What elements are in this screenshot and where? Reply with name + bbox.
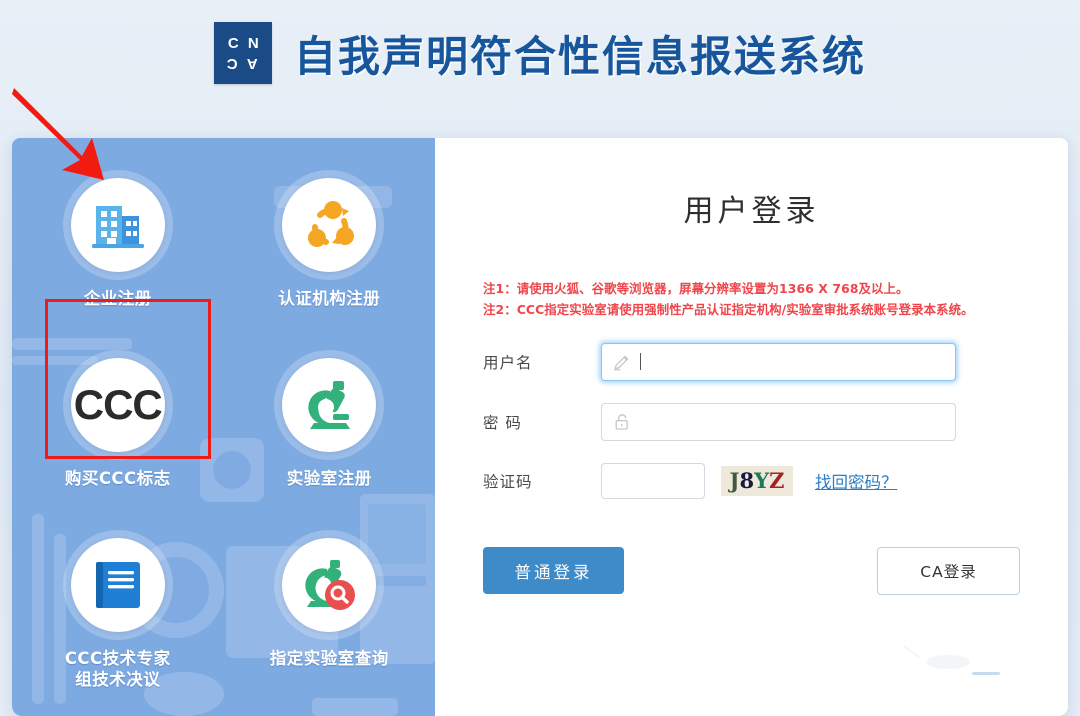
username-label: 用户名 — [483, 353, 533, 372]
nav-tile-certification-body-registration[interactable]: 认证机构注册 — [243, 166, 415, 338]
forgot-password-link[interactable]: 找回密码？ — [815, 469, 898, 493]
tile-halo — [274, 530, 385, 640]
nav-tile-grid: 企业注册 认证机构注册 CCC 购买CCC标志 实验室注册 CCC技术专家 组技… — [12, 138, 435, 706]
tile-halo: CCC — [62, 350, 173, 460]
nav-panel: 企业注册 认证机构注册 CCC 购买CCC标志 实验室注册 CCC技术专家 组技… — [12, 138, 435, 716]
microscope-icon — [308, 381, 351, 429]
page-title: 自我声明符合性信息报送系统 — [293, 31, 866, 81]
tile-disc — [282, 538, 377, 632]
captcha-char-3: Y — [754, 468, 770, 494]
text-cursor — [640, 353, 641, 371]
tile-halo — [274, 350, 385, 460]
ccc-mark-icon: CCC — [73, 381, 163, 428]
building-icon — [91, 206, 144, 248]
tile-halo — [62, 170, 173, 280]
password-input[interactable] — [601, 402, 956, 441]
login-card: 企业注册 认证机构注册 CCC 购买CCC标志 实验室注册 CCC技术专家 组技… — [12, 138, 1068, 716]
nav-tile-ccc-expert-resolution[interactable]: CCC技术专家 组技术决议 — [32, 526, 204, 698]
panel-watermark — [904, 645, 1000, 675]
tile-disc: CCC — [70, 358, 165, 452]
nav-tile-label: CCC技术专家 组技术决议 — [64, 649, 171, 689]
nav-tile-laboratory-registration[interactable]: 实验室注册 — [243, 346, 415, 518]
nav-tile-label: 认证机构注册 — [278, 289, 381, 308]
notice-line-1: 注1：请使用火狐、谷歌等浏览器，屏幕分辨率设置为1366 X 768及以上。 — [483, 281, 909, 296]
captcha-char-4: Z — [769, 468, 785, 494]
login-heading: 用户登录 — [683, 194, 820, 229]
logo-letter-c1: C — [227, 34, 239, 52]
nav-tile-buy-ccc-mark[interactable]: CCC 购买CCC标志 — [32, 346, 204, 518]
lock-icon — [615, 413, 628, 430]
nav-tile-label: 购买CCC标志 — [64, 469, 171, 488]
tile-disc — [282, 358, 377, 452]
captcha-char-2: 8 — [739, 468, 755, 494]
captcha-image[interactable]: J 8 Y Z — [721, 465, 793, 496]
captcha-label: 验证码 — [483, 472, 533, 491]
captcha-input[interactable] — [601, 462, 705, 499]
button-row: 普通登录 CA登录 — [483, 546, 1020, 595]
tile-disc — [70, 538, 165, 632]
captcha-field-row: 验证码 J 8 Y Z 找回密码？ — [483, 462, 1020, 499]
nav-tile-enterprise-registration[interactable]: 企业注册 — [32, 166, 204, 338]
pencil-icon — [614, 355, 629, 371]
tile-disc — [282, 178, 377, 272]
tile-halo — [62, 530, 173, 640]
blue-book-icon — [95, 562, 140, 608]
microscope-search-icon — [305, 560, 356, 610]
nav-tile-label: 实验室注册 — [286, 469, 372, 488]
notice-block: 注1：请使用火狐、谷歌等浏览器，屏幕分辨率设置为1366 X 768及以上。 注… — [483, 278, 1020, 321]
tile-disc — [70, 178, 165, 272]
logo-row-bottom: C A — [224, 55, 261, 72]
captcha-char-1: J — [729, 468, 740, 494]
logo-letter-c2: C — [227, 54, 239, 72]
nav-tile-label: 企业注册 — [83, 289, 152, 308]
tile-halo — [274, 170, 385, 280]
username-input[interactable] — [601, 342, 956, 381]
nav-tile-designated-lab-query[interactable]: 指定实验室查询 — [243, 526, 415, 698]
logo-letter-n: N — [247, 34, 259, 52]
cnca-logo: C N C A — [213, 22, 272, 84]
nav-tile-label: 指定实验室查询 — [269, 649, 389, 668]
logo-row-top: C N — [224, 35, 261, 52]
username-field-row: 用户名 — [483, 342, 1020, 381]
notice-line-2: 注2：CCC指定实验室请使用强制性产品认证指定机构/实验室审批系统账号登录本系统… — [483, 302, 974, 318]
ca-login-button[interactable]: CA登录 — [877, 546, 1020, 595]
normal-login-button[interactable]: 普通登录 — [483, 547, 624, 595]
page-header: C N C A 自我声明符合性信息报送系统 — [0, 0, 1080, 130]
network-nodes-icon — [308, 201, 355, 247]
password-label: 密 码 — [483, 413, 522, 432]
logo-letter-a: A — [247, 54, 259, 72]
login-panel: 用户登录 注1：请使用火狐、谷歌等浏览器，屏幕分辨率设置为1366 X 768及… — [435, 138, 1068, 716]
password-field-row: 密 码 — [483, 402, 1020, 441]
